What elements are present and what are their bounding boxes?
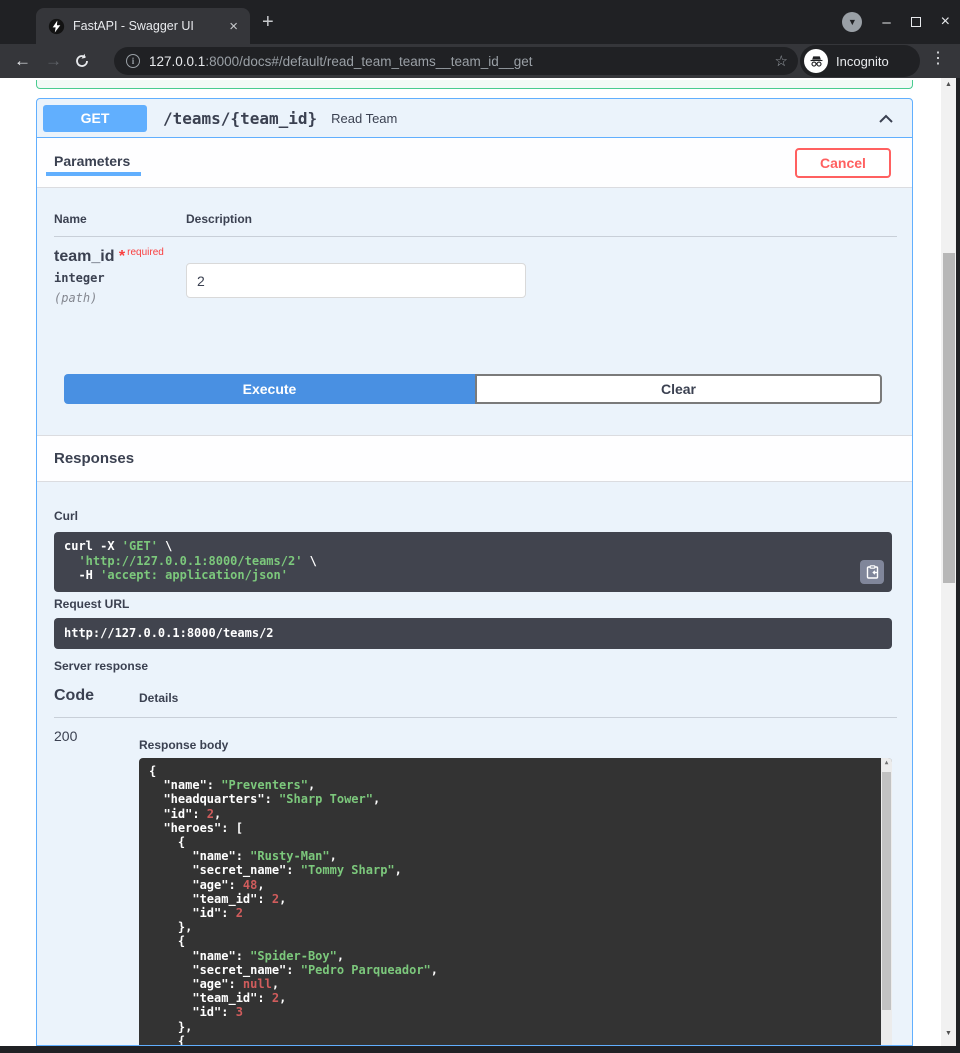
page-scrollbar-thumb[interactable] xyxy=(943,253,955,583)
response-scrollbar[interactable]: ▲ xyxy=(881,758,892,1046)
team-id-input[interactable] xyxy=(186,263,526,298)
swagger-page: GET /teams/{team_id} Read Team Parameter… xyxy=(0,78,956,1046)
response-scrollbar-thumb[interactable] xyxy=(882,772,891,1010)
maximize-button[interactable] xyxy=(911,17,921,27)
browser-titlebar: FastAPI - Swagger UI × + ▼ – × xyxy=(0,0,960,44)
browser-window: FastAPI - Swagger UI × + ▼ – × ← → i 127… xyxy=(0,0,960,1053)
url-host: 127.0.0.1 xyxy=(149,54,205,69)
browser-menu-icon[interactable]: ⋮ xyxy=(930,48,946,68)
opblock-summary[interactable]: GET /teams/{team_id} Read Team xyxy=(37,99,912,138)
scroll-up-icon[interactable]: ▲ xyxy=(881,759,892,766)
responses-section-header: Responses xyxy=(37,435,912,482)
new-tab-button[interactable]: + xyxy=(262,11,274,34)
responses-title: Responses xyxy=(54,450,134,467)
endpoint-path: /teams/{team_id} xyxy=(163,109,317,128)
page-scrollbar[interactable]: ▲ ▼ xyxy=(941,78,956,1046)
minimize-button[interactable]: – xyxy=(882,14,890,31)
request-url-block: http://127.0.0.1:8000/teams/2 xyxy=(54,618,892,649)
opblock-get-teams: GET /teams/{team_id} Read Team Parameter… xyxy=(36,98,913,1046)
fastapi-favicon-icon xyxy=(48,18,65,35)
clear-button[interactable]: Clear xyxy=(475,374,882,404)
copy-to-clipboard-button[interactable] xyxy=(860,560,884,584)
url-path: :8000/docs#/default/read_team_teams__tea… xyxy=(205,54,532,69)
code-column-header: Code xyxy=(54,687,94,705)
url-bar[interactable]: i 127.0.0.1:8000/docs#/default/read_team… xyxy=(114,47,798,75)
browser-update-icon[interactable]: ▼ xyxy=(842,12,862,32)
site-info-icon[interactable]: i xyxy=(126,54,140,68)
required-asterisk: * xyxy=(119,248,125,265)
table-divider xyxy=(54,236,897,237)
param-name: team_id *required xyxy=(54,247,164,266)
window-edge-right xyxy=(956,78,960,1053)
reload-button[interactable] xyxy=(74,53,90,69)
previous-opblock-fragment xyxy=(36,80,913,89)
back-button[interactable]: ← xyxy=(14,51,31,71)
reload-icon xyxy=(74,53,90,69)
request-url-value: http://127.0.0.1:8000/teams/2 xyxy=(64,626,882,641)
url-text: 127.0.0.1:8000/docs#/default/read_team_t… xyxy=(149,54,533,69)
clipboard-icon xyxy=(866,565,879,579)
active-tab-underline xyxy=(46,172,141,176)
server-response-label: Server response xyxy=(54,659,148,673)
page-scroll-down-icon[interactable]: ▼ xyxy=(941,1030,956,1037)
required-label: required xyxy=(127,247,164,258)
incognito-badge: Incognito xyxy=(800,45,920,77)
forward-button[interactable]: → xyxy=(45,51,62,71)
incognito-label: Incognito xyxy=(836,54,889,69)
browser-tab[interactable]: FastAPI - Swagger UI × xyxy=(36,8,250,44)
method-badge: GET xyxy=(43,105,147,132)
parameters-section-header: Parameters Cancel xyxy=(37,138,912,188)
curl-command-block: curl -X 'GET' \ 'http://127.0.0.1:8000/t… xyxy=(54,532,892,592)
param-type: integer xyxy=(54,271,105,285)
window-edge-bottom xyxy=(0,1046,960,1053)
tab-parameters[interactable]: Parameters xyxy=(54,153,130,169)
response-body-label: Response body xyxy=(139,738,228,752)
param-location: (path) xyxy=(54,291,97,305)
response-body-block: { "name": "Preventers", "headquarters": … xyxy=(139,758,892,1046)
window-close-button[interactable]: × xyxy=(941,13,950,31)
page-scroll-up-icon[interactable]: ▲ xyxy=(941,81,956,88)
curl-command-code: curl -X 'GET' \ 'http://127.0.0.1:8000/t… xyxy=(64,539,882,583)
collapse-chevron-icon[interactable] xyxy=(876,109,896,134)
response-divider xyxy=(54,717,897,718)
curl-label: Curl xyxy=(54,509,78,523)
incognito-icon xyxy=(804,49,828,73)
tab-close-icon[interactable]: × xyxy=(225,18,242,35)
status-code: 200 xyxy=(54,728,77,744)
details-column-header: Details xyxy=(139,691,178,705)
description-column-header: Description xyxy=(186,212,252,226)
cancel-button[interactable]: Cancel xyxy=(795,148,891,178)
name-column-header: Name xyxy=(54,212,87,226)
response-body-code: { "name": "Preventers", "headquarters": … xyxy=(149,764,880,1046)
execute-button[interactable]: Execute xyxy=(64,374,475,404)
request-url-label: Request URL xyxy=(54,597,129,611)
bookmark-star-icon[interactable]: ☆ xyxy=(775,52,788,70)
tab-title: FastAPI - Swagger UI xyxy=(73,19,225,33)
endpoint-summary: Read Team xyxy=(331,111,397,126)
